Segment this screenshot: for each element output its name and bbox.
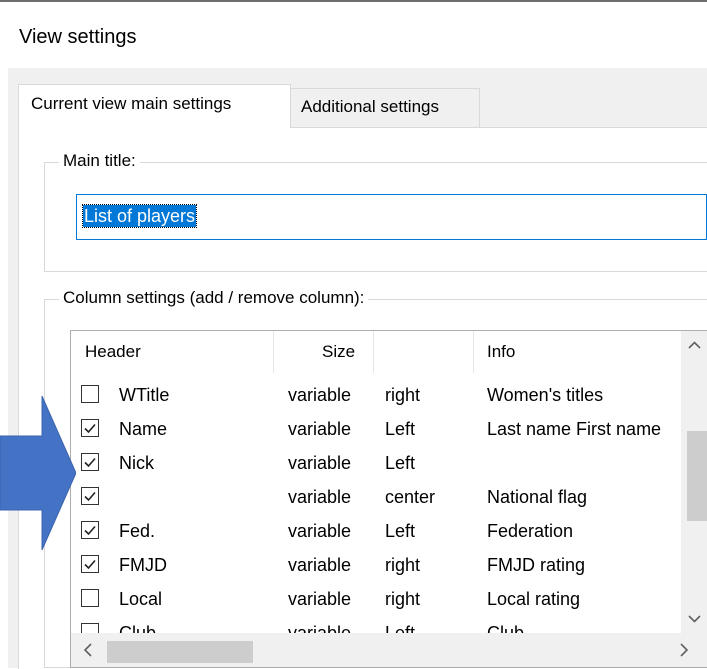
row-checkbox[interactable] [81,555,99,573]
row-info-cell: Local rating [487,589,581,609]
row-size-cell: variable [288,521,352,541]
horizontal-scroll-thumb[interactable] [107,641,253,663]
row-info-cell: Club [487,623,525,633]
row-align-cell: Left [385,623,416,633]
main-title-input[interactable]: List of players [76,194,707,240]
column-header-info[interactable]: Info [474,331,681,373]
checkmark-icon [84,423,96,434]
table-row[interactable]: FMJD variable right FMJD rating [71,548,681,582]
row-info-cell: FMJD rating [487,555,586,575]
top-border-line [0,0,707,2]
row-align-cell: Left [385,521,416,541]
row-align-cell: right [385,385,421,405]
row-checkbox[interactable] [81,453,99,471]
columns-listview[interactable]: Header Size Info WTitle variable right Wome… [70,330,707,668]
column-header-size[interactable]: Size [274,331,374,373]
row-checkbox[interactable] [81,487,99,505]
table-row[interactable]: variable center National flag [71,480,681,514]
row-info-cell: National flag [487,487,588,507]
row-info-cell: Women's titles [487,385,604,405]
list-header: Header Size Info [71,331,681,373]
tab-additional-settings[interactable]: Additional settings [291,88,480,127]
arrow-right-icon [0,396,76,550]
checkmark-icon [84,457,96,468]
row-checkbox[interactable] [81,521,99,539]
column-header-align[interactable] [374,331,474,373]
row-header-cell: Nick [119,453,154,473]
main-title-label: Main title: [59,151,140,171]
row-header-cell: Club [119,623,157,633]
vertical-scroll-thumb[interactable] [687,431,707,521]
chevron-down-icon[interactable] [681,605,707,633]
row-header-cell: FMJD [119,555,167,575]
chevron-up-icon[interactable] [681,331,707,359]
table-row[interactable]: WTitle variable right Women's titles [71,378,681,412]
row-size-cell: variable [288,589,352,609]
checkmark-icon [84,491,96,502]
row-info-cell: Last name First name [487,419,662,439]
row-size-cell: variable [288,555,352,575]
row-header-cell: Local [119,589,163,609]
row-header-cell: Fed. [119,521,156,541]
row-info-cell: Federation [487,521,574,541]
table-row[interactable]: Fed. variable Left Federation [71,514,681,548]
checkmark-icon [84,525,96,536]
row-header-cell: WTitle [119,385,170,405]
column-header-header[interactable]: Header [71,331,274,373]
column-settings-label: Column settings (add / remove column): [59,288,369,308]
row-align-cell: center [385,487,436,507]
row-size-cell: variable [288,487,352,507]
row-checkbox[interactable] [81,589,99,607]
list-rows: WTitle variable right Women's titles Name var… [71,378,681,633]
main-title-value: List of players [81,204,198,228]
row-checkbox[interactable] [81,623,99,633]
horizontal-scrollbar[interactable] [71,633,707,667]
table-row[interactable]: Local variable right Local rating [71,582,681,616]
table-row[interactable]: Nick variable Left [71,446,681,480]
table-row[interactable]: Name variable Left Last name First name [71,412,681,446]
row-checkbox[interactable] [81,419,99,437]
row-size-cell: variable [288,623,352,633]
tab-current-view-main-settings[interactable]: Current view main settings [18,84,291,128]
row-header-cell: Name [119,419,168,439]
row-size-cell: variable [288,419,352,439]
row-align-cell: right [385,589,421,609]
row-checkbox[interactable] [81,385,99,403]
row-size-cell: variable [288,385,352,405]
row-align-cell: Left [385,419,416,439]
row-align-cell: right [385,555,421,575]
chevron-right-icon[interactable] [669,633,699,667]
table-row[interactable]: Club variable Left Club [71,616,681,633]
checkmark-icon [84,559,96,570]
window-title: View settings [19,26,137,48]
row-size-cell: variable [288,453,352,473]
chevron-left-icon[interactable] [73,633,103,667]
vertical-scrollbar[interactable] [681,331,707,633]
row-align-cell: Left [385,453,416,473]
